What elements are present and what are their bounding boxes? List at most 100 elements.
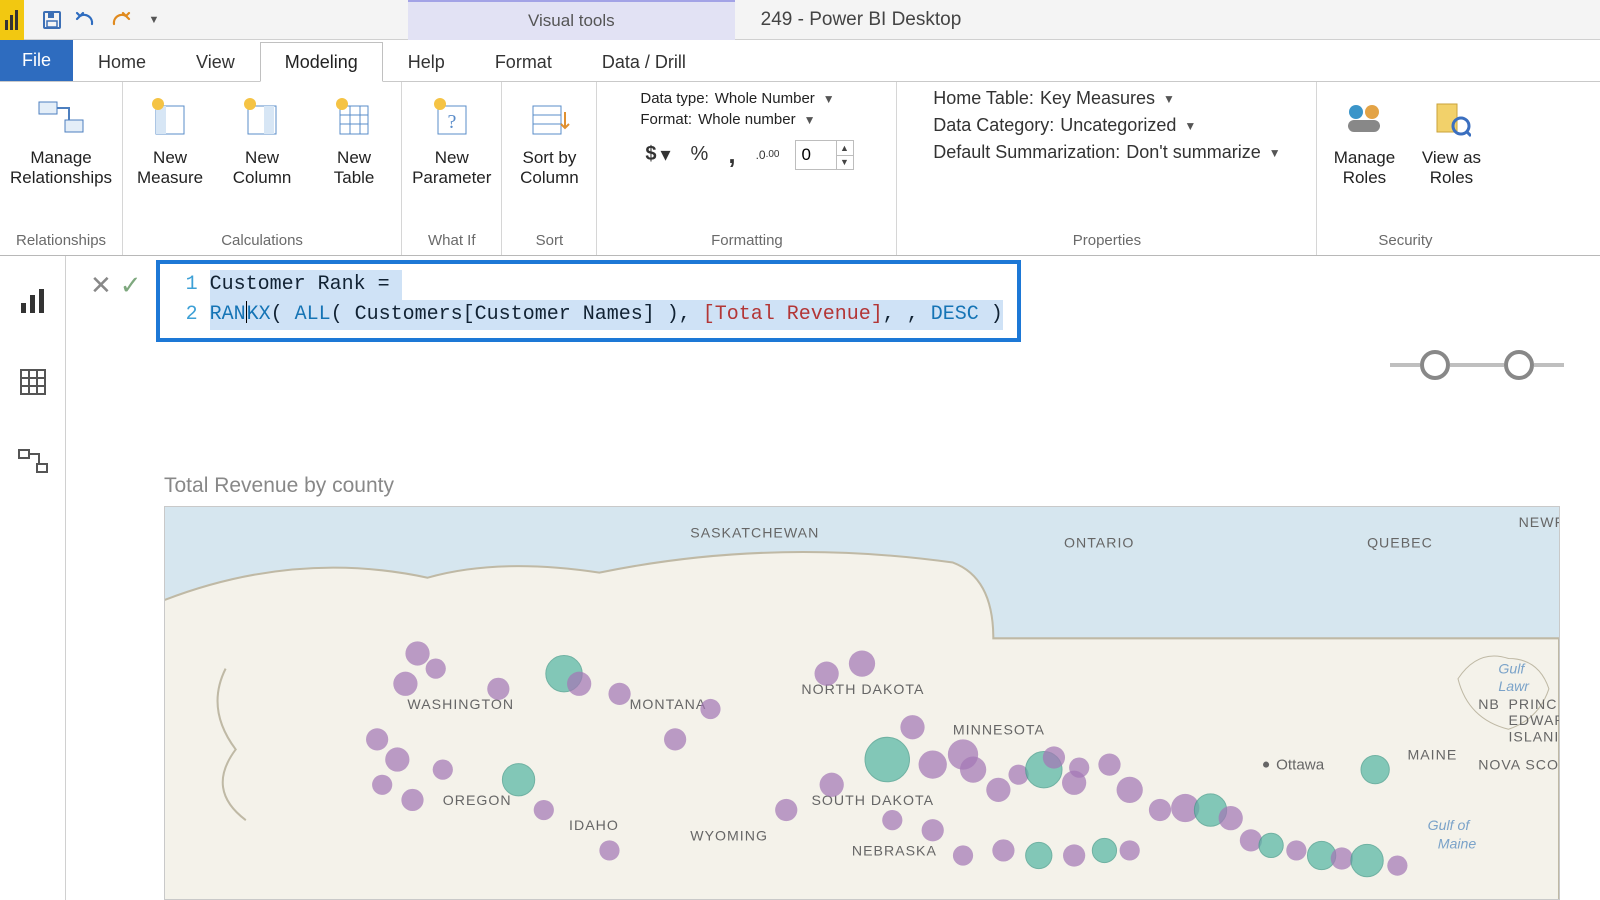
ribbon-group-label: Sort (536, 229, 564, 253)
home-table-dropdown[interactable]: Home Table: Key Measures ▼ (933, 88, 1280, 109)
chevron-down-icon: ▼ (1184, 119, 1196, 133)
visual-title: Total Revenue by county (164, 474, 394, 498)
ribbon-tabs: File Home View Modeling Help Format Data… (0, 40, 1600, 82)
map-label: IDAHO (569, 817, 619, 833)
tab-format[interactable]: Format (470, 42, 577, 81)
percent-format-button[interactable]: % (686, 140, 714, 169)
tab-help[interactable]: Help (383, 42, 470, 81)
tab-modeling[interactable]: Modeling (260, 42, 383, 82)
tab-home[interactable]: Home (73, 42, 171, 81)
map-label: Lawr (1498, 678, 1530, 694)
map-label: Maine (1438, 835, 1477, 851)
tab-data-drill[interactable]: Data / Drill (577, 42, 711, 81)
data-category-dropdown[interactable]: Data Category: Uncategorized ▼ (933, 115, 1280, 136)
new-parameter-icon: ? (428, 94, 476, 142)
ribbon-group-whatif: ? New Parameter What If (402, 82, 502, 255)
default-summarization-dropdown[interactable]: Default Summarization: Don't summarize ▼ (933, 142, 1280, 163)
map-label: NOVA SCO (1478, 757, 1559, 773)
redo-button[interactable] (106, 6, 134, 34)
view-as-roles-button[interactable]: View as Roles (1417, 90, 1485, 191)
map-label: ISLANI (1508, 728, 1559, 744)
manage-roles-icon (1340, 94, 1388, 142)
map-label: OREGON (443, 792, 512, 808)
data-category-label: Data Category: (933, 115, 1054, 136)
model-view-button[interactable] (11, 440, 55, 484)
thousands-separator-button[interactable]: , (723, 136, 740, 173)
line-number: 1 (174, 270, 198, 300)
report-view-button[interactable] (11, 280, 55, 324)
view-as-roles-icon (1427, 94, 1475, 142)
view-as-roles-label: View as Roles (1422, 148, 1481, 187)
new-parameter-button[interactable]: ? New Parameter (410, 90, 493, 191)
app-icon (0, 0, 24, 40)
data-view-button[interactable] (11, 360, 55, 404)
manage-relationships-button[interactable]: Manage Relationships (8, 90, 114, 191)
sort-by-column-button[interactable]: Sort by Column (510, 90, 588, 191)
relationships-icon (37, 94, 85, 142)
formula-sep: , (679, 303, 703, 326)
spin-up-button[interactable]: ▲ (837, 141, 853, 155)
chevron-down-icon: ▾ (661, 142, 671, 167)
currency-format-button[interactable]: $ ▾ (640, 139, 675, 170)
decimal-places-icon: .0.00 (751, 146, 785, 164)
map-label: Gulf of (1428, 817, 1472, 833)
map-label: MAINE (1407, 747, 1457, 763)
manage-relationships-label: Manage Relationships (10, 148, 112, 187)
slider-thumb-left[interactable] (1420, 350, 1450, 380)
formula-editor[interactable]: 1 Customer Rank = 2 RANKX( ALL( Customer… (156, 260, 1021, 342)
ribbon-group-label: Relationships (16, 229, 106, 253)
map-label: MONTANA (630, 696, 707, 712)
slider-track (1390, 363, 1420, 367)
formula-commit-button[interactable]: ✓ (120, 270, 142, 301)
manage-roles-button[interactable]: Manage Roles (1325, 90, 1403, 191)
map-label: PRINC (1508, 696, 1557, 712)
map-label: EDWAR (1508, 712, 1559, 728)
new-table-label: New Table (334, 148, 375, 187)
spin-down-button[interactable]: ▼ (837, 155, 853, 169)
decimal-places-input[interactable] (796, 145, 836, 165)
formula-desc: DESC (931, 303, 979, 326)
data-type-value: Whole Number (715, 90, 815, 107)
chevron-down-icon: ▼ (823, 92, 835, 106)
title-bar: ▼ Visual tools 249 - Power BI Desktop (0, 0, 1600, 40)
default-summarization-value: Don't summarize (1126, 142, 1260, 163)
ribbon-group-label: What If (428, 229, 476, 253)
slider-thumb-right[interactable] (1504, 350, 1534, 380)
new-table-button[interactable]: New Table (315, 90, 393, 191)
sort-icon (525, 94, 573, 142)
map-label: ONTARIO (1064, 534, 1134, 550)
file-tab[interactable]: File (0, 40, 73, 81)
formula-bar: ✕ ✓ 1 Customer Rank = 2 RANKX( ALL( Cust… (90, 260, 1021, 342)
format-dropdown[interactable]: Format: Whole number ▼ (640, 111, 815, 128)
map-label: NEBRASKA (852, 843, 937, 859)
map-visual[interactable]: SASKATCHEWAN ONTARIO QUEBEC NEWF Gulf La… (164, 506, 1560, 900)
save-button[interactable] (38, 6, 66, 34)
ribbon-group-sort: Sort by Column Sort (502, 82, 597, 255)
view-switcher (0, 256, 66, 900)
formula-fn-rankx-rest: KX (247, 303, 271, 326)
data-type-dropdown[interactable]: Data type: Whole Number ▼ (640, 90, 834, 107)
formula-sep: , , (883, 303, 931, 326)
new-column-button[interactable]: New Column (223, 90, 301, 191)
new-column-icon (238, 94, 286, 142)
report-canvas[interactable]: ✕ ✓ 1 Customer Rank = 2 RANKX( ALL( Cust… (66, 256, 1600, 900)
qat-customize-button[interactable]: ▼ (140, 6, 168, 34)
undo-button[interactable] (72, 6, 100, 34)
svg-text:?: ? (447, 111, 456, 133)
window-title: 249 - Power BI Desktop (735, 0, 962, 40)
map-label: NB (1478, 696, 1500, 712)
new-table-icon (330, 94, 378, 142)
format-label: Format: (640, 111, 692, 128)
new-measure-button[interactable]: New Measure (131, 90, 209, 191)
formula-cancel-button[interactable]: ✕ (90, 270, 112, 301)
formula-measure-ref: [Total Revenue] (703, 303, 883, 326)
range-slider[interactable] (1390, 350, 1564, 380)
format-value: Whole number (698, 111, 796, 128)
workspace: ✕ ✓ 1 Customer Rank = 2 RANKX( ALL( Cust… (0, 256, 1600, 900)
decimal-places-stepper[interactable]: ▲ ▼ (795, 140, 854, 170)
map-label: QUEBEC (1367, 534, 1433, 550)
ribbon-group-properties: Home Table: Key Measures ▼ Data Category… (897, 82, 1317, 255)
formula-fn-rankx: RAN (210, 303, 246, 326)
formula-open: ( (271, 303, 295, 326)
tab-view[interactable]: View (171, 42, 260, 81)
